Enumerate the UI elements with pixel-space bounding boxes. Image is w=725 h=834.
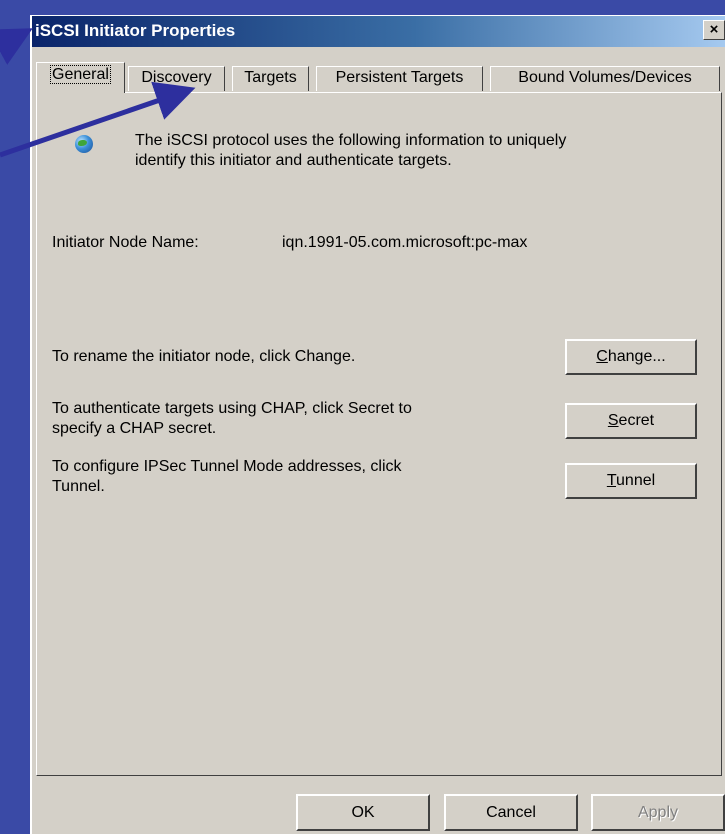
- rename-instruction: To rename the initiator node, click Chan…: [52, 348, 356, 365]
- ipsec-instruction-line2: Tunnel.: [52, 478, 105, 495]
- tab-general[interactable]: General: [36, 62, 125, 93]
- iscsi-properties-dialog: iSCSI Initiator Properties × General Dis…: [30, 15, 725, 834]
- globe-icon: [75, 135, 93, 153]
- window-title: iSCSI Initiator Properties: [35, 21, 236, 40]
- secret-button-label: ecret: [618, 412, 655, 429]
- change-button[interactable]: Change...: [565, 339, 697, 375]
- tab-persistent-targets[interactable]: Persistent Targets: [316, 66, 483, 91]
- title-bar[interactable]: iSCSI Initiator Properties ×: [32, 16, 725, 47]
- ipsec-instruction-line1: To configure IPSec Tunnel Mode addresses…: [52, 458, 402, 475]
- tab-targets-label: Targets: [244, 69, 297, 86]
- node-name-value: iqn.1991-05.com.microsoft:pc-max: [282, 234, 528, 251]
- tunnel-button-accel: T: [606, 472, 617, 489]
- tab-bound-volumes-devices[interactable]: Bound Volumes/Devices: [490, 66, 720, 91]
- intro-text-line2: identify this initiator and authenticate…: [135, 152, 452, 169]
- tab-discovery[interactable]: Discovery: [128, 66, 225, 91]
- tab-bound-volumes-label: Bound Volumes/Devices: [518, 69, 692, 86]
- tab-persistent-targets-label: Persistent Targets: [335, 69, 464, 86]
- change-button-label: hange...: [607, 348, 666, 365]
- apply-button[interactable]: Apply: [591, 794, 725, 831]
- tunnel-button-label: unnel: [616, 472, 656, 489]
- change-button-accel: C: [596, 348, 608, 365]
- secret-button[interactable]: Secret: [565, 403, 697, 439]
- tunnel-button[interactable]: Tunnel: [565, 463, 697, 499]
- intro-text-line1: The iSCSI protocol uses the following in…: [135, 132, 567, 149]
- chap-instruction-line1: To authenticate targets using CHAP, clic…: [52, 400, 412, 417]
- general-tab-panel: The iSCSI protocol uses the following in…: [36, 92, 722, 776]
- close-button[interactable]: ×: [703, 20, 725, 40]
- tab-discovery-label: Discovery: [141, 69, 212, 86]
- chap-instruction-line2: specify a CHAP secret.: [52, 420, 217, 437]
- node-name-label: Initiator Node Name:: [52, 234, 199, 251]
- tab-strip: General Discovery Targets Persistent Tar…: [36, 62, 725, 93]
- secret-button-accel: S: [607, 412, 619, 429]
- ok-button[interactable]: OK: [296, 794, 430, 831]
- arrow-to-title: [0, 28, 33, 65]
- cancel-button[interactable]: Cancel: [444, 794, 578, 831]
- tab-general-label: General: [50, 65, 111, 84]
- tab-targets[interactable]: Targets: [232, 66, 309, 91]
